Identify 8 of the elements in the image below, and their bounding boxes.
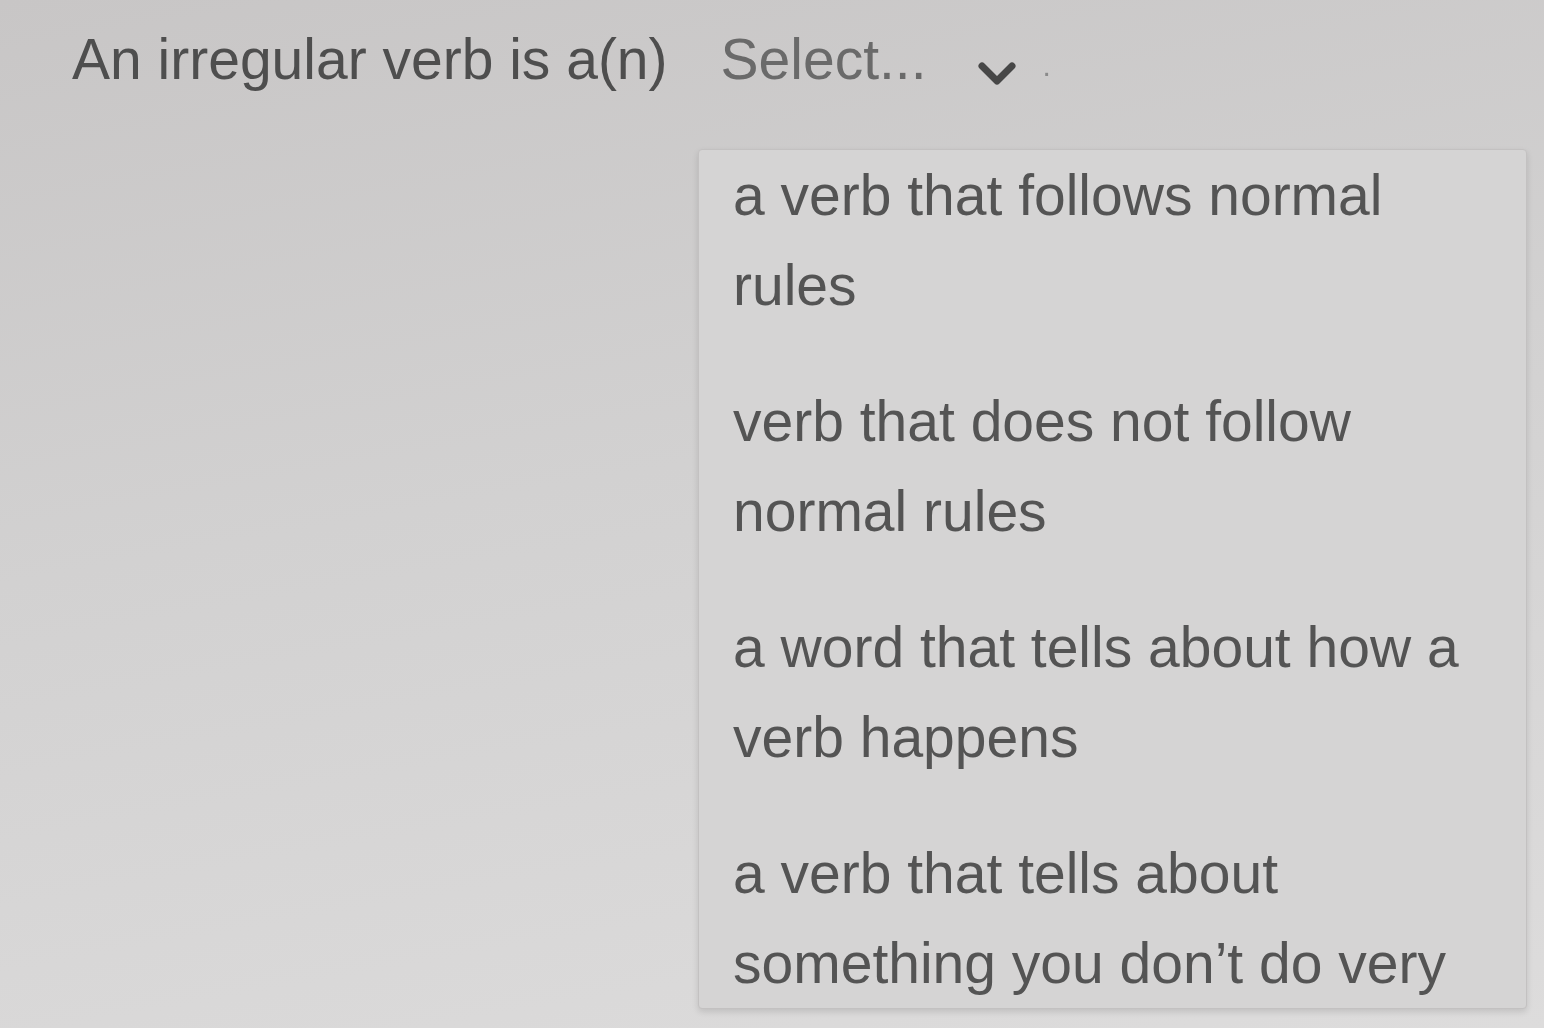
dropdown-option[interactable]: a verb that tells about something you don’t do very	[699, 828, 1526, 1008]
question-text: An irregular verb is a(n)	[72, 26, 668, 93]
dropdown-option[interactable]: verb that does not follow normal rules	[699, 376, 1526, 556]
answer-dropdown[interactable]: Select...	[710, 24, 1027, 94]
chevron-down-icon	[976, 61, 1017, 87]
dropdown-option[interactable]: a word that tells about how a verb happens	[699, 602, 1526, 782]
dropdown-option[interactable]: a verb that follows normal rules	[699, 150, 1526, 330]
sentence-period: .	[1042, 48, 1051, 84]
